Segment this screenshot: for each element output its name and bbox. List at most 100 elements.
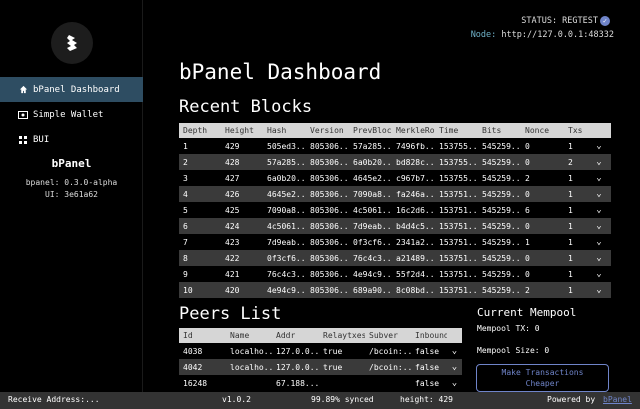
chevron-down-icon[interactable]: ⌄	[587, 202, 611, 218]
button-line-1: Make Transactions	[501, 368, 584, 377]
table-cell: 805306...	[306, 282, 349, 298]
table-row[interactable]: 1429505ed3...805306...57a285...7496fb...…	[179, 138, 611, 154]
table-cell: 4e94c9...	[263, 282, 306, 298]
table-row[interactable]: 64244c5061...805306...7d9eab...b4d4c5...…	[179, 218, 611, 234]
sidebar-item-bui[interactable]: BUI	[0, 127, 143, 152]
table-cell: 10	[179, 282, 221, 298]
chevron-down-icon[interactable]: ⌄	[447, 343, 462, 359]
table-cell: 4	[179, 186, 221, 202]
table-row[interactable]: 4038localho...127.0.0...true/bcoin:...fa…	[179, 343, 462, 359]
chevron-down-icon[interactable]: ⌄	[587, 282, 611, 298]
column-header: Bits	[478, 123, 521, 138]
column-header: Addr	[272, 328, 319, 343]
table-row[interactable]: 4042localho...127.0.0...true/bcoin:...fa…	[179, 359, 462, 375]
peers-list-title: Peers List	[179, 304, 282, 324]
table-cell: 429	[221, 138, 263, 154]
sidebar-item-simple-wallet[interactable]: Simple Wallet	[0, 102, 143, 127]
table-cell: 805306...	[306, 138, 349, 154]
table-cell: 76c4c3...	[349, 250, 392, 266]
table-cell	[226, 375, 272, 391]
bpanel-link[interactable]: bPanel	[603, 395, 632, 404]
table-cell: 0	[521, 218, 564, 234]
column-header: Id	[179, 328, 226, 343]
app-name: bPanel	[51, 157, 92, 170]
column-header: Txs	[564, 123, 587, 138]
table-cell: 1	[564, 202, 587, 218]
table-cell: 0	[521, 154, 564, 170]
chevron-down-icon[interactable]: ⌄	[447, 359, 462, 375]
table-cell: 6	[179, 218, 221, 234]
table-cell: 805306...	[306, 154, 349, 170]
node-info: Node: http://127.0.0.1:48332	[471, 30, 614, 40]
table-row[interactable]: 34276a0b20...805306...4645e2...c967b7...…	[179, 170, 611, 186]
chevron-down-icon[interactable]: ⌄	[447, 375, 462, 391]
column-header-expand	[587, 123, 611, 138]
table-cell: 545259...	[478, 250, 521, 266]
sidebar-item-label: Simple Wallet	[33, 109, 104, 120]
recent-blocks-title: Recent Blocks	[179, 97, 313, 117]
table-cell: 1	[564, 186, 587, 202]
page-title: bPanel Dashboard	[179, 60, 382, 84]
column-header: Relaytxes	[319, 328, 365, 343]
receive-address[interactable]: Receive Address:...	[8, 395, 100, 404]
table-cell: 1	[564, 170, 587, 186]
table-cell: 7090a8...	[263, 202, 306, 218]
table-cell: 153755...	[435, 154, 478, 170]
chevron-down-icon[interactable]: ⌄	[587, 234, 611, 250]
chevron-down-icon[interactable]: ⌄	[587, 250, 611, 266]
table-cell: localho...	[226, 343, 272, 359]
node-label: Node:	[470, 30, 497, 40]
table-cell: 805306...	[306, 202, 349, 218]
table-cell: localho...	[226, 359, 272, 375]
chevron-down-icon[interactable]: ⌄	[587, 218, 611, 234]
table-cell: false	[411, 343, 447, 359]
chevron-down-icon[interactable]: ⌄	[587, 138, 611, 154]
chevron-down-icon[interactable]: ⌄	[587, 186, 611, 202]
table-cell: 4645e2...	[263, 186, 306, 202]
mempool-tx: Mempool TX: 0	[477, 324, 540, 333]
table-cell: 7	[179, 234, 221, 250]
table-cell: 7d9eab...	[349, 218, 392, 234]
table-row[interactable]: 942176c4c3...805306...4e94c9...55f2d4...…	[179, 266, 611, 282]
column-header: MerkleRoot	[392, 123, 435, 138]
block-height: height: 429	[400, 395, 453, 404]
table-row[interactable]: 54257090a8...805306...4c5061...16c2d6...…	[179, 202, 611, 218]
table-row[interactable]: 104204e94c9...805306...689a90...8c08bd..…	[179, 282, 611, 298]
table-cell: 153751...	[435, 282, 478, 298]
table-row[interactable]: 44264645e2...805306...7090a8...fa246a...…	[179, 186, 611, 202]
table-cell: 425	[221, 202, 263, 218]
make-transactions-cheaper-button[interactable]: Make Transactions Cheaper	[476, 364, 609, 392]
table-cell: 1	[564, 218, 587, 234]
table-cell: 428	[221, 154, 263, 170]
table-cell: 0	[521, 186, 564, 202]
table-cell: 7d9eab...	[263, 234, 306, 250]
chevron-down-icon[interactable]: ⌄	[587, 170, 611, 186]
table-cell: true	[319, 343, 365, 359]
table-cell: 1	[521, 234, 564, 250]
table-row[interactable]: 74237d9eab...805306...0f3cf6...2341a2...…	[179, 234, 611, 250]
sidebar-item-dashboard[interactable]: bPanel Dashboard	[0, 77, 143, 102]
bpanel-version: bpanel: 0.3.0-alpha	[25, 178, 118, 187]
table-cell: 0	[521, 266, 564, 282]
table-cell: 6a0b20...	[263, 170, 306, 186]
bpanel-logo[interactable]	[51, 22, 93, 64]
table-row[interactable]: 16248 67.188... false ⌄	[179, 375, 462, 391]
table-cell: 545259...	[478, 202, 521, 218]
table-cell: /bcoin:...	[365, 343, 411, 359]
table-cell: 153751...	[435, 202, 478, 218]
table-cell: 57a285...	[263, 154, 306, 170]
table-cell: 4645e2...	[349, 170, 392, 186]
table-cell: 421	[221, 266, 263, 282]
table-row[interactable]: 242857a285...805306...6a0b20...bd828c...…	[179, 154, 611, 170]
table-cell: 545259...	[478, 282, 521, 298]
table-cell: 545259...	[478, 138, 521, 154]
table-cell: 8	[179, 250, 221, 266]
table-cell: 4c5061...	[263, 218, 306, 234]
chevron-down-icon[interactable]: ⌄	[587, 266, 611, 282]
table-row[interactable]: 84220f3cf6...805306...76c4c3...a21489...…	[179, 250, 611, 266]
table-cell: /bcoin:...	[365, 359, 411, 375]
chevron-down-icon[interactable]: ⌄	[587, 154, 611, 170]
footer-bar: Receive Address:... v1.0.2 99.89% synced…	[0, 392, 640, 409]
table-cell	[365, 375, 411, 391]
table-cell: true	[319, 359, 365, 375]
